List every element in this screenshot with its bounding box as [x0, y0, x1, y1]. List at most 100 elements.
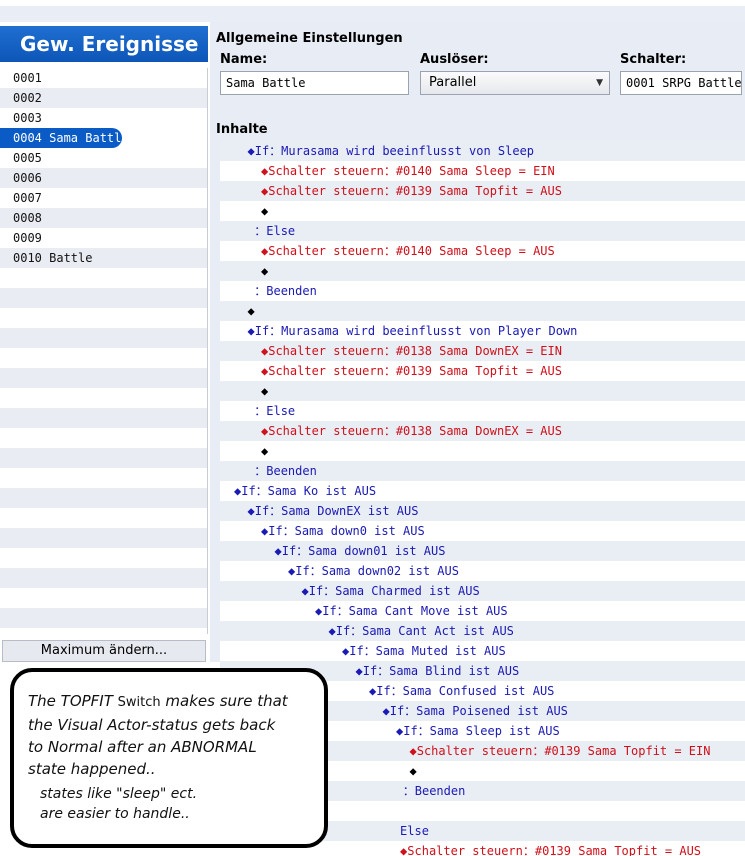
- event-list-item[interactable]: 0004 Sama Battle: [0, 128, 129, 148]
- command-text: ◆If：Sama Poisened ist AUS: [382, 704, 568, 718]
- event-list-item[interactable]: 0003: [0, 108, 207, 128]
- event-list-empty-row[interactable]: [0, 548, 207, 568]
- command-row[interactable]: ◆: [220, 261, 745, 281]
- command-text: ◆: [261, 384, 269, 398]
- command-row[interactable]: ◆Schalter steuern：#0140 Sama Sleep = EIN: [220, 161, 745, 181]
- event-list-empty-row[interactable]: [0, 428, 207, 448]
- command-text: ◆If：Murasama wird beeinflusst von Sleep: [247, 144, 535, 158]
- event-list-empty-row[interactable]: [0, 448, 207, 468]
- trigger-label: Auslöser:: [420, 52, 489, 67]
- command-text: ◆Schalter steuern：#0138 Sama DownEX = AU…: [261, 424, 562, 438]
- command-row[interactable]: ◆If：Sama down01 ist AUS: [220, 541, 745, 561]
- command-row[interactable]: ：Else: [220, 221, 745, 241]
- command-text: Else: [400, 824, 429, 838]
- events-panel-title: Gew. Ereignisse: [0, 26, 208, 62]
- command-row[interactable]: ◆Schalter steuern：#0138 Sama DownEX = EI…: [220, 341, 745, 361]
- command-row[interactable]: ◆If：Sama Ko ist AUS: [220, 481, 745, 501]
- switch-label: Schalter:: [620, 52, 687, 67]
- command-row[interactable]: ◆: [220, 201, 745, 221]
- trigger-select[interactable]: Parallel ▼: [420, 71, 610, 95]
- command-text: ◆: [261, 204, 269, 218]
- command-row[interactable]: ◆If：Murasama wird beeinflusst von Player…: [220, 321, 745, 341]
- annotation-text: The TOPFIT Switch makes sure that the Vi…: [28, 692, 288, 778]
- command-row[interactable]: ◆: [220, 381, 745, 401]
- command-row[interactable]: ◆Schalter steuern：#0140 Sama Sleep = AUS: [220, 241, 745, 261]
- command-text: ◆Schalter steuern：#0139 Sama Topfit = AU…: [261, 184, 562, 198]
- annotation-note: states like "sleep" ect. are easier to h…: [40, 786, 198, 822]
- command-text: ◆If：Sama down0 ist AUS: [261, 524, 425, 538]
- command-text: ◆Schalter steuern：#0140 Sama Sleep = EIN: [261, 164, 555, 178]
- command-text: ◆If：Sama Charmed ist AUS: [301, 584, 480, 598]
- switch-input[interactable]: 0001 SRPG Battle: [620, 71, 742, 95]
- command-row[interactable]: ◆If：Sama Cant Act ist AUS: [220, 621, 745, 641]
- top-strip: [0, 0, 745, 22]
- command-row[interactable]: ◆If：Sama down0 ist AUS: [220, 521, 745, 541]
- event-list-empty-row[interactable]: [0, 408, 207, 428]
- event-list-empty-row[interactable]: [0, 348, 207, 368]
- command-text: ◆If：Sama Blind ist AUS: [355, 664, 520, 678]
- event-list-item[interactable]: 0008: [0, 208, 207, 228]
- event-list-empty-row[interactable]: [0, 368, 207, 388]
- command-text: ◆If：Sama down02 ist AUS: [288, 564, 459, 578]
- command-row[interactable]: ：Else: [220, 401, 745, 421]
- command-text: ◆If：Sama Sleep ist AUS: [396, 724, 560, 738]
- event-list-empty-row[interactable]: [0, 488, 207, 508]
- command-text: ◆If：Sama down01 ist AUS: [274, 544, 446, 558]
- event-list-empty-row[interactable]: [0, 328, 207, 348]
- event-list-item[interactable]: 0007: [0, 188, 207, 208]
- command-text: ◆Schalter steuern：#0139 Sama Topfit = AU…: [261, 364, 562, 378]
- command-text: ◆Schalter steuern：#0139 Sama Topfit = AU…: [400, 844, 702, 856]
- event-list-empty-row[interactable]: [0, 468, 207, 488]
- command-text: ◆: [261, 444, 269, 458]
- command-text: ◆Schalter steuern：#0140 Sama Sleep = AUS: [261, 244, 555, 258]
- trigger-select-value: Parallel: [429, 75, 477, 90]
- command-row[interactable]: ◆If：Sama Cant Move ist AUS: [220, 601, 745, 621]
- command-row[interactable]: ：Beenden: [220, 281, 745, 301]
- command-text: ◆If：Sama Cant Act ist AUS: [328, 624, 514, 638]
- command-text: ：Else: [254, 224, 296, 238]
- contents-title: Inhalte: [216, 122, 268, 137]
- event-list-item[interactable]: 0009: [0, 228, 207, 248]
- event-list-item[interactable]: 0001: [0, 68, 207, 88]
- command-text: ：Beenden: [402, 784, 466, 798]
- command-row[interactable]: ◆: [220, 301, 745, 321]
- event-list-item[interactable]: 0010 Battle: [0, 248, 207, 268]
- command-text: ◆Schalter steuern：#0139 Sama Topfit = EI…: [409, 744, 711, 758]
- event-list-empty-row[interactable]: [0, 388, 207, 408]
- event-list-item[interactable]: 0005: [0, 148, 207, 168]
- command-row[interactable]: ◆Schalter steuern：#0138 Sama DownEX = AU…: [220, 421, 745, 441]
- command-text: ：Beenden: [254, 284, 317, 298]
- event-list-empty-row[interactable]: [0, 568, 207, 588]
- command-row[interactable]: ◆Schalter steuern：#0139 Sama Topfit = AU…: [220, 361, 745, 381]
- command-text: ◆If：Sama Muted ist AUS: [342, 644, 506, 658]
- events-list: 0001 0002 0003 0004 Sama Battle 0005 0006 0007…: [0, 68, 208, 634]
- event-list-item[interactable]: 0006: [0, 168, 207, 188]
- event-list-empty-row[interactable]: [0, 608, 207, 628]
- command-text: ◆: [409, 764, 417, 778]
- command-row[interactable]: ◆If：Sama Muted ist AUS: [220, 641, 745, 661]
- command-text: ◆If：Sama DownEX ist AUS: [247, 504, 419, 518]
- command-row[interactable]: ：Beenden: [220, 461, 745, 481]
- command-text: ◆If：Sama Cant Move ist AUS: [315, 604, 508, 618]
- command-text: ◆If：Murasama wird beeinflusst von Player…: [247, 324, 578, 338]
- command-text: ◆: [261, 264, 269, 278]
- event-list-empty-row[interactable]: [0, 288, 207, 308]
- command-row[interactable]: ◆If：Sama Charmed ist AUS: [220, 581, 745, 601]
- command-row[interactable]: ◆If：Sama DownEX ist AUS: [220, 501, 745, 521]
- event-list-empty-row[interactable]: [0, 308, 207, 328]
- command-row[interactable]: ◆If：Sama down02 ist AUS: [220, 561, 745, 581]
- event-list-item[interactable]: 0002: [0, 88, 207, 108]
- command-row[interactable]: ◆: [220, 441, 745, 461]
- event-list-empty-row[interactable]: [0, 268, 207, 288]
- change-maximum-button[interactable]: Maximum ändern...: [2, 640, 206, 662]
- command-row[interactable]: ◆If：Murasama wird beeinflusst von Sleep: [220, 141, 745, 161]
- command-row[interactable]: ◆Schalter steuern：#0139 Sama Topfit = AU…: [220, 181, 745, 201]
- chevron-down-icon: ▼: [596, 78, 603, 88]
- command-text: ◆Schalter steuern：#0138 Sama DownEX = EI…: [261, 344, 562, 358]
- command-text: ◆If：Sama Confused ist AUS: [369, 684, 555, 698]
- event-list-empty-row[interactable]: [0, 508, 207, 528]
- event-list-empty-row[interactable]: [0, 528, 207, 548]
- name-input[interactable]: Sama Battle: [220, 71, 409, 95]
- events-panel: Gew. Ereignisse 0001 0002 0003 0004 Sama Ba…: [0, 22, 210, 662]
- event-list-empty-row[interactable]: [0, 588, 207, 608]
